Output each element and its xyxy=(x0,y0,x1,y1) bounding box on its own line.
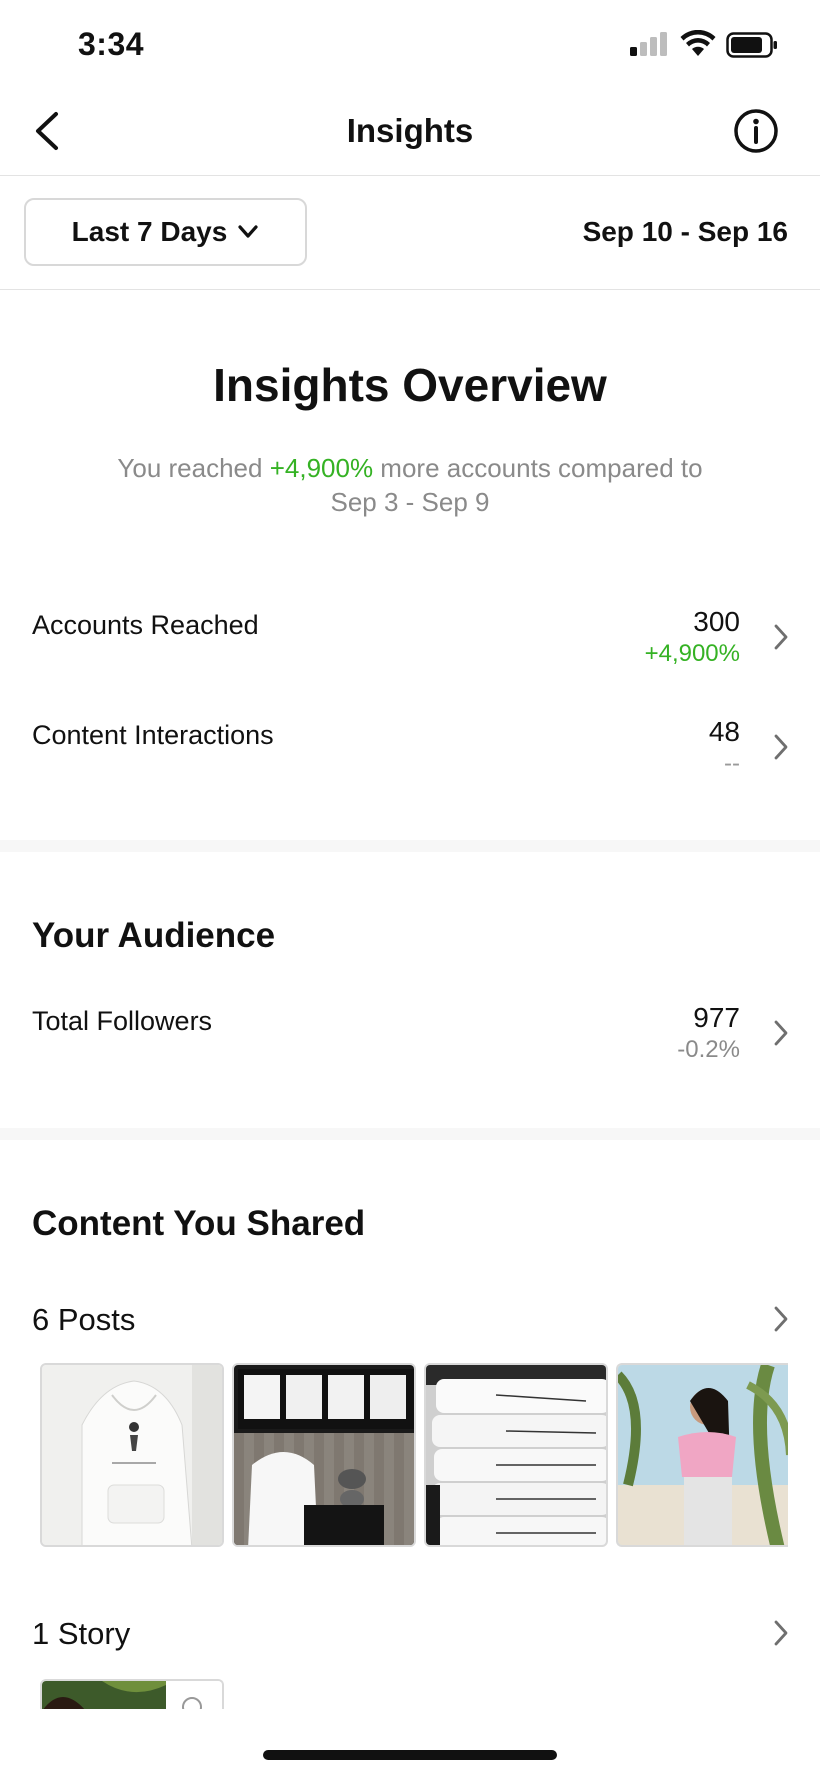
home-indicator xyxy=(263,1750,557,1760)
filter-row: Last 7 Days Sep 10 - Sep 16 xyxy=(0,176,820,290)
chevron-right-icon xyxy=(774,1020,788,1046)
section-divider xyxy=(0,840,820,852)
posts-count-label: 6 Posts xyxy=(32,1302,136,1337)
metric-change: +4,900% xyxy=(644,640,740,667)
status-time: 3:34 xyxy=(78,26,145,62)
chevron-right-icon xyxy=(774,734,788,760)
metric-value: 977 xyxy=(693,1002,740,1033)
post-thumbnail[interactable] xyxy=(232,1363,416,1547)
metric-value: 48 xyxy=(708,716,740,747)
overview-subtitle-prefix: You reached xyxy=(117,453,270,483)
date-range-dropdown[interactable]: Last 7 Days xyxy=(24,198,307,266)
post-thumbnail[interactable] xyxy=(40,1363,224,1547)
chevron-right-icon xyxy=(774,1620,788,1646)
pink-shirt-model-image xyxy=(618,1365,788,1545)
date-range-text: Sep 10 - Sep 16 xyxy=(582,216,788,247)
overview-subtitle: You reached +4,900% more accounts compar… xyxy=(60,451,760,519)
metric-label: Content Interactions xyxy=(32,720,274,750)
posts-row[interactable]: 6 Posts xyxy=(0,1290,820,1350)
metric-value: 300 xyxy=(693,606,740,637)
insights-screen: 3:34 Insights Last 7 Days Sep 10 - Sep 1… xyxy=(0,0,820,1775)
section-divider xyxy=(0,1128,820,1140)
battery-icon xyxy=(726,32,777,58)
content-section-title: Content You Shared xyxy=(32,1204,366,1243)
chevron-down-icon xyxy=(238,225,258,238)
overview-growth-highlight: +4,900% xyxy=(269,453,374,483)
total-followers-row[interactable]: Total Followers 977 -0.2% xyxy=(0,996,820,1076)
status-bar: 3:34 xyxy=(0,0,820,90)
metric-label: Total Followers xyxy=(32,1006,213,1036)
white-hoodie-image xyxy=(42,1365,222,1545)
date-range-dropdown-label: Last 7 Days xyxy=(71,216,228,247)
story-thumbnail[interactable] xyxy=(40,1679,224,1709)
chevron-right-icon xyxy=(774,624,788,650)
folded-shirts-image xyxy=(426,1365,606,1545)
info-icon[interactable] xyxy=(732,107,780,155)
metric-label: Accounts Reached xyxy=(32,610,259,640)
page-title: Insights xyxy=(346,112,474,149)
wifi-icon xyxy=(680,30,716,56)
overview-subtitle-suffix: more accounts compared to xyxy=(373,453,703,483)
post-thumbnail[interactable] xyxy=(616,1363,788,1547)
accounts-reached-row[interactable]: Accounts Reached 300 +4,900% xyxy=(0,598,820,678)
metric-change: -- xyxy=(724,750,740,777)
nav-bar: Insights xyxy=(0,90,820,176)
overview-title: Insights Overview xyxy=(213,359,607,411)
chevron-right-icon xyxy=(774,1306,788,1332)
cellular-signal-icon xyxy=(630,32,668,56)
post-thumbnail[interactable] xyxy=(424,1363,608,1547)
overview-comparison-range: Sep 3 - Sep 9 xyxy=(330,487,490,517)
story-image xyxy=(42,1681,222,1709)
audience-section-title: Your Audience xyxy=(32,916,276,955)
hoodie-collage-image xyxy=(234,1365,414,1545)
metric-change: -0.2% xyxy=(677,1036,740,1063)
story-row[interactable]: 1 Story xyxy=(0,1606,820,1666)
content-interactions-row[interactable]: Content Interactions 48 -- xyxy=(0,708,820,788)
story-count-label: 1 Story xyxy=(32,1616,131,1651)
